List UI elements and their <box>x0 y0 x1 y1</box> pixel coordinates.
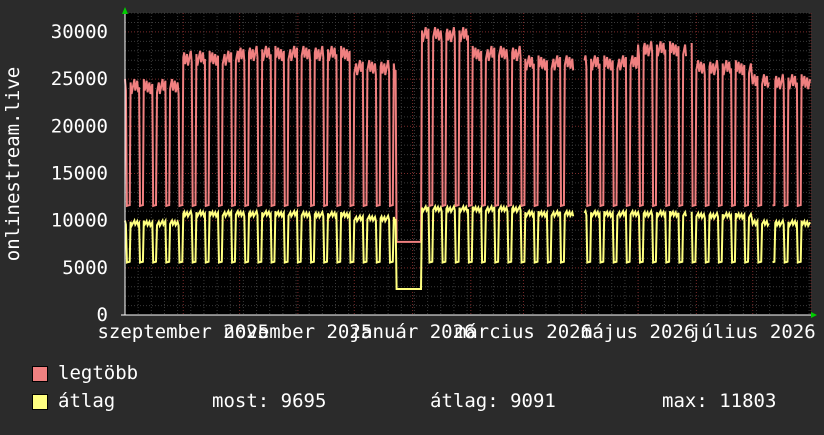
y-tick-label: 15000 <box>51 162 108 184</box>
stat-current: most: 9695 <box>212 390 327 412</box>
y-tick-label: 20000 <box>51 115 108 137</box>
legend-swatch-max <box>32 366 48 382</box>
legend-swatch-avg <box>32 394 48 410</box>
y-tick-label: 10000 <box>51 210 108 232</box>
chart-root: 0 5000 10000 15000 20000 25000 30000 szeptembe… <box>0 0 824 430</box>
y-tick-label: 5000 <box>62 257 108 279</box>
y-tick-label: 25000 <box>51 68 108 90</box>
y-tick-labels: 050001000015000200002500030000 <box>51 21 108 326</box>
y-tick-label: 30000 <box>51 21 108 43</box>
legend-label-avg: átlag <box>58 390 116 412</box>
x-tick-label: március 2026 <box>455 321 592 343</box>
x-tick-labels: szeptember 2025november 2025január 2026m… <box>97 321 815 343</box>
y-axis-arrow <box>122 7 128 14</box>
x-axis-arrow <box>811 312 817 318</box>
y-axis-label: onlinestream.live <box>2 67 24 261</box>
x-tick-label: május 2026 <box>581 321 695 343</box>
stat-maximum: max: 11803 <box>662 390 777 412</box>
legend-label-max: legtöbb <box>58 362 139 384</box>
x-tick-label: július 2026 <box>690 321 816 343</box>
stat-average: átlag: 9091 <box>430 390 556 412</box>
